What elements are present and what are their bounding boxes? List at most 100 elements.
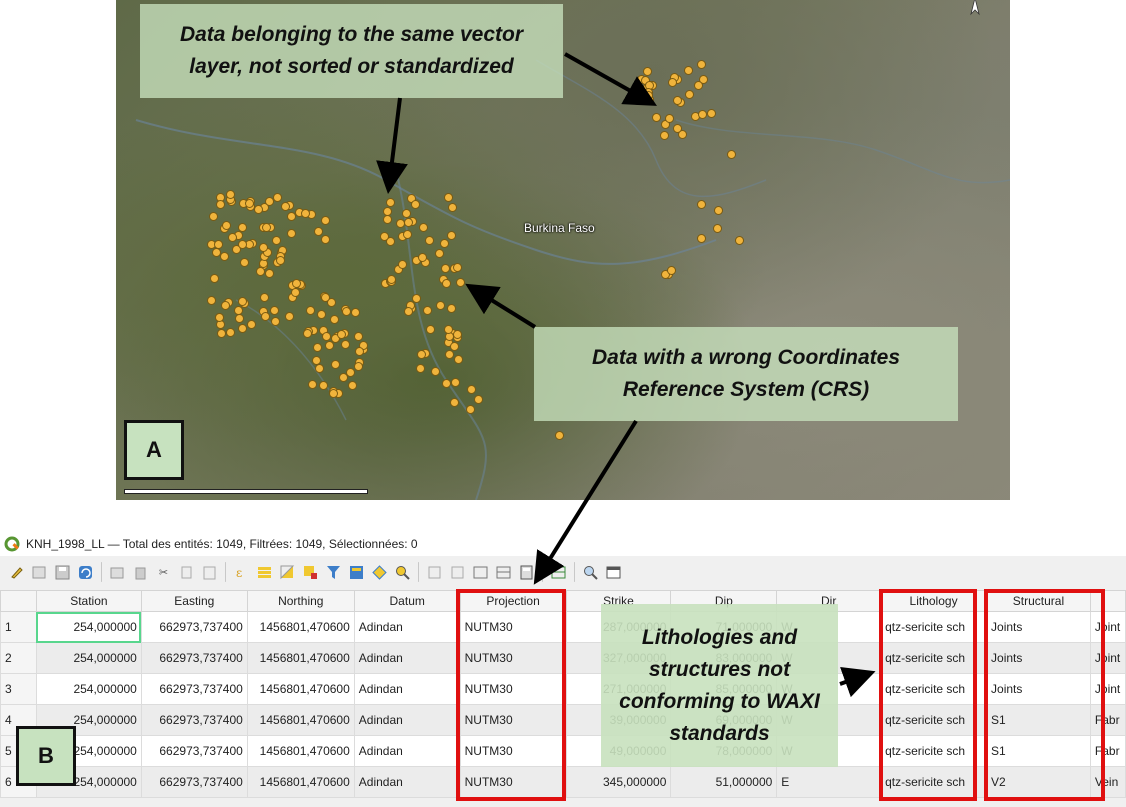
survey-point[interactable]: [386, 198, 395, 207]
survey-point[interactable]: [444, 349, 454, 359]
cell-northing[interactable]: 1456801,470600: [246, 766, 355, 798]
survey-point[interactable]: [213, 239, 223, 249]
survey-point[interactable]: [354, 346, 364, 356]
dock-icon[interactable]: [605, 564, 622, 581]
survey-point[interactable]: [707, 108, 717, 118]
invert-selection-icon[interactable]: [279, 564, 296, 581]
survey-point[interactable]: [271, 236, 281, 246]
survey-point[interactable]: [685, 89, 695, 99]
survey-point[interactable]: [290, 287, 300, 297]
deselect-icon[interactable]: [302, 564, 319, 581]
save-icon[interactable]: [54, 564, 71, 581]
survey-point[interactable]: [430, 366, 440, 376]
survey-point[interactable]: [207, 295, 216, 305]
survey-point[interactable]: [386, 275, 396, 285]
survey-point[interactable]: [258, 259, 268, 269]
column-header-northing[interactable]: Northing: [246, 590, 355, 612]
survey-point[interactable]: [693, 80, 703, 90]
survey-point[interactable]: [473, 394, 483, 404]
row-header[interactable]: 2: [0, 642, 37, 674]
survey-point[interactable]: [285, 311, 295, 321]
survey-point[interactable]: [208, 211, 218, 221]
corner-cell[interactable]: [0, 590, 37, 612]
survey-point[interactable]: [258, 242, 268, 252]
survey-point[interactable]: [341, 306, 351, 316]
survey-point[interactable]: [233, 306, 243, 316]
survey-point[interactable]: [441, 378, 451, 388]
cut-icon[interactable]: ✂: [155, 564, 172, 581]
survey-point[interactable]: [452, 330, 462, 340]
cell-easting[interactable]: 662973,737400: [140, 766, 248, 798]
survey-point[interactable]: [451, 377, 461, 387]
conditional-format-icon[interactable]: [550, 564, 567, 581]
paste-icon[interactable]: [201, 564, 218, 581]
edit-pencil-icon[interactable]: [8, 564, 25, 581]
multi-edit-icon[interactable]: [31, 564, 48, 581]
survey-point[interactable]: [234, 313, 244, 323]
row-header[interactable]: 3: [0, 673, 37, 705]
cell-easting[interactable]: 662973,737400: [140, 735, 248, 767]
survey-point[interactable]: [314, 363, 324, 373]
cell-dir[interactable]: E: [776, 766, 882, 798]
survey-point[interactable]: [642, 66, 652, 76]
survey-point[interactable]: [239, 258, 249, 268]
survey-point[interactable]: [209, 274, 219, 284]
zoom-to-selection-icon[interactable]: [394, 564, 411, 581]
row-header[interactable]: 1: [0, 611, 37, 643]
cell-northing[interactable]: 1456801,470600: [246, 611, 355, 643]
survey-point[interactable]: [354, 331, 364, 341]
cell-easting[interactable]: 662973,737400: [140, 642, 248, 674]
survey-point[interactable]: [270, 316, 280, 326]
survey-point[interactable]: [664, 114, 674, 124]
survey-point[interactable]: [441, 263, 451, 273]
cell-station[interactable]: 254,000000: [35, 642, 142, 674]
survey-point[interactable]: [659, 130, 669, 140]
survey-point[interactable]: [215, 199, 225, 209]
column-header-station[interactable]: Station: [35, 590, 142, 612]
survey-point[interactable]: [452, 263, 462, 273]
select-all-icon[interactable]: [256, 564, 273, 581]
reload-icon[interactable]: [77, 564, 94, 581]
survey-point[interactable]: [329, 389, 338, 399]
survey-point[interactable]: [417, 349, 427, 359]
cell-easting[interactable]: 662973,737400: [140, 611, 248, 643]
survey-point[interactable]: [402, 230, 412, 240]
survey-point[interactable]: [456, 278, 465, 287]
survey-point[interactable]: [401, 209, 411, 219]
survey-point[interactable]: [221, 301, 230, 311]
survey-point[interactable]: [453, 354, 463, 364]
survey-point[interactable]: [434, 249, 444, 259]
survey-point[interactable]: [555, 430, 565, 440]
cell-strike[interactable]: 345,000000: [565, 766, 672, 798]
survey-point[interactable]: [382, 206, 392, 216]
survey-point[interactable]: [216, 328, 226, 338]
survey-point[interactable]: [713, 205, 723, 215]
survey-point[interactable]: [403, 307, 413, 317]
column-header-easting[interactable]: Easting: [140, 590, 248, 612]
survey-point[interactable]: [448, 202, 458, 212]
survey-point[interactable]: [350, 307, 360, 317]
survey-point[interactable]: [667, 77, 677, 87]
survey-point[interactable]: [228, 232, 238, 242]
new-field-icon[interactable]: [495, 564, 512, 581]
copy-rows-icon[interactable]: [426, 564, 443, 581]
survey-point[interactable]: [446, 303, 456, 313]
survey-point[interactable]: [411, 293, 421, 303]
delete-field-icon[interactable]: [472, 564, 489, 581]
zoom-map-icon[interactable]: [582, 564, 599, 581]
cell-datum[interactable]: Adindan: [353, 642, 461, 674]
survey-point[interactable]: [395, 219, 405, 229]
survey-point[interactable]: [280, 202, 290, 212]
survey-point[interactable]: [696, 60, 706, 70]
column-header-datum[interactable]: Datum: [353, 590, 461, 612]
cell-northing[interactable]: 1456801,470600: [246, 704, 355, 736]
survey-point[interactable]: [246, 320, 256, 330]
move-selection-top-icon[interactable]: [348, 564, 365, 581]
cell-northing[interactable]: 1456801,470600: [246, 673, 355, 705]
survey-point[interactable]: [423, 305, 433, 315]
survey-point[interactable]: [726, 150, 736, 160]
survey-point[interactable]: [286, 229, 296, 239]
survey-point[interactable]: [340, 339, 350, 349]
survey-point[interactable]: [416, 363, 425, 373]
survey-point[interactable]: [313, 342, 322, 352]
